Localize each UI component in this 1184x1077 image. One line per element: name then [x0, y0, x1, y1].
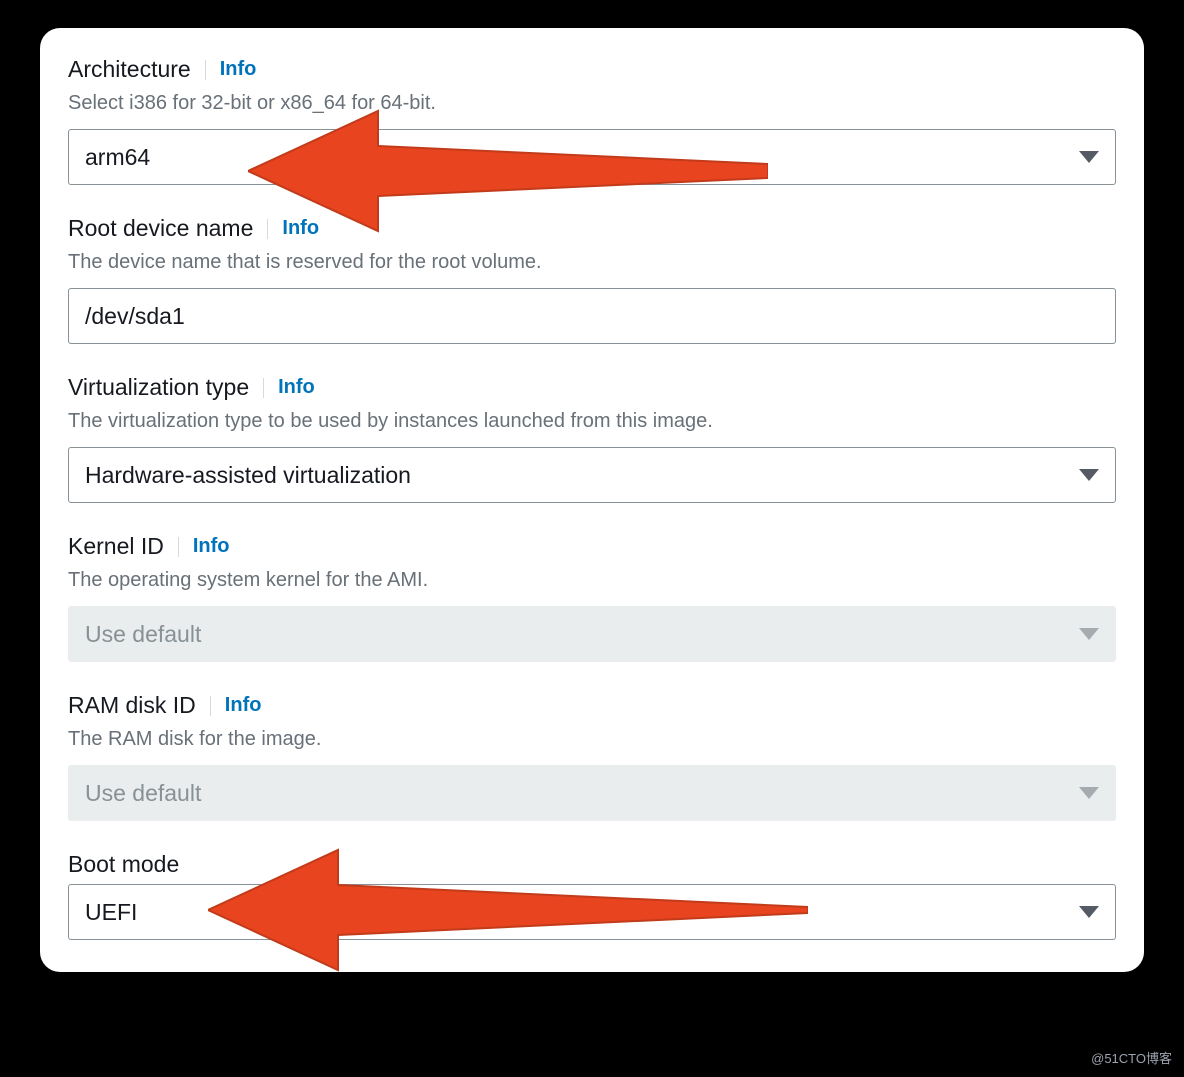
- boot-mode-label: Boot mode: [68, 851, 179, 878]
- virtualization-description: The virtualization type to be used by in…: [68, 407, 1116, 435]
- chevron-down-icon: [1079, 469, 1099, 481]
- kernel-id-field: Kernel ID Info The operating system kern…: [68, 533, 1116, 662]
- virtualization-value: Hardware-assisted virtualization: [85, 462, 411, 489]
- boot-mode-label-row: Boot mode: [68, 851, 1116, 878]
- kernel-id-description: The operating system kernel for the AMI.: [68, 566, 1116, 594]
- boot-mode-select[interactable]: UEFI: [68, 884, 1116, 940]
- watermark: @51CTO博客: [1091, 1048, 1172, 1067]
- architecture-label-row: Architecture Info: [68, 56, 1116, 83]
- chevron-down-icon: [1079, 906, 1099, 918]
- boot-mode-field: Boot mode UEFI: [68, 851, 1116, 940]
- divider: [205, 60, 206, 80]
- ram-disk-id-field: RAM disk ID Info The RAM disk for the im…: [68, 692, 1116, 821]
- virtualization-label-row: Virtualization type Info: [68, 374, 1116, 401]
- root-device-description: The device name that is reserved for the…: [68, 248, 1116, 276]
- kernel-id-label: Kernel ID: [68, 533, 164, 560]
- chevron-down-icon: [1079, 787, 1099, 799]
- virtualization-field: Virtualization type Info The virtualizat…: [68, 374, 1116, 503]
- kernel-id-label-row: Kernel ID Info: [68, 533, 1116, 560]
- ram-disk-id-label-row: RAM disk ID Info: [68, 692, 1116, 719]
- architecture-description: Select i386 for 32-bit or x86_64 for 64-…: [68, 89, 1116, 117]
- divider: [178, 537, 179, 557]
- kernel-id-value: Use default: [85, 621, 201, 648]
- root-device-label: Root device name: [68, 215, 253, 242]
- virtualization-select[interactable]: Hardware-assisted virtualization: [68, 447, 1116, 503]
- divider: [267, 219, 268, 239]
- chevron-down-icon: [1079, 628, 1099, 640]
- root-device-value: /dev/sda1: [85, 303, 185, 330]
- divider: [210, 696, 211, 716]
- ram-disk-id-label: RAM disk ID: [68, 692, 196, 719]
- ram-disk-id-select: Use default: [68, 765, 1116, 821]
- kernel-id-info-link[interactable]: Info: [193, 535, 230, 558]
- boot-mode-value: UEFI: [85, 899, 137, 926]
- architecture-field: Architecture Info Select i386 for 32-bit…: [68, 56, 1116, 185]
- architecture-value: arm64: [85, 144, 150, 171]
- kernel-id-select: Use default: [68, 606, 1116, 662]
- architecture-label: Architecture: [68, 56, 191, 83]
- architecture-info-link[interactable]: Info: [220, 58, 257, 81]
- ram-disk-id-value: Use default: [85, 780, 201, 807]
- form-panel: Architecture Info Select i386 for 32-bit…: [40, 28, 1144, 972]
- ram-disk-id-info-link[interactable]: Info: [225, 694, 262, 717]
- architecture-select[interactable]: arm64: [68, 129, 1116, 185]
- root-device-info-link[interactable]: Info: [282, 217, 319, 240]
- ram-disk-id-description: The RAM disk for the image.: [68, 725, 1116, 753]
- root-device-field: Root device name Info The device name th…: [68, 215, 1116, 344]
- root-device-label-row: Root device name Info: [68, 215, 1116, 242]
- virtualization-info-link[interactable]: Info: [278, 376, 315, 399]
- divider: [263, 378, 264, 398]
- root-device-input[interactable]: /dev/sda1: [68, 288, 1116, 344]
- virtualization-label: Virtualization type: [68, 374, 249, 401]
- chevron-down-icon: [1079, 151, 1099, 163]
